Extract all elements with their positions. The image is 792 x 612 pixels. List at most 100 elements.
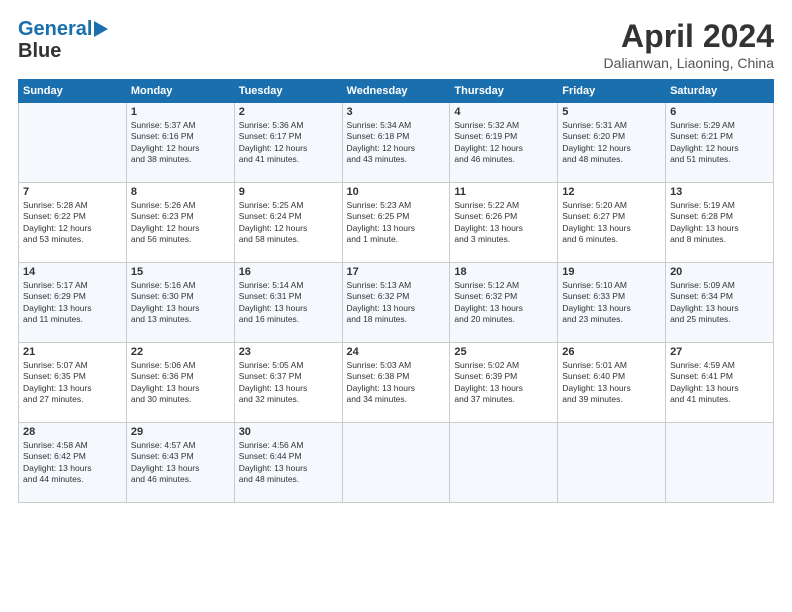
col-wednesday: Wednesday <box>342 80 450 103</box>
day-info: Sunrise: 5:26 AM Sunset: 6:23 PM Dayligh… <box>131 200 230 246</box>
day-info: Sunrise: 5:05 AM Sunset: 6:37 PM Dayligh… <box>239 360 338 406</box>
calendar-cell <box>342 423 450 503</box>
col-friday: Friday <box>558 80 666 103</box>
calendar-cell <box>558 423 666 503</box>
day-info: Sunrise: 5:14 AM Sunset: 6:31 PM Dayligh… <box>239 280 338 326</box>
day-number: 13 <box>670 186 769 198</box>
calendar-cell: 14Sunrise: 5:17 AM Sunset: 6:29 PM Dayli… <box>19 263 127 343</box>
calendar-row-4: 21 Sunrise: 5:07 AM Sunset: 6:35 PM Dayli… <box>19 343 774 423</box>
day-info: Sunrise: 5:01 AM Sunset: 6:40 PM Dayligh… <box>562 360 661 406</box>
day-info: Sunrise: 5:23 AM Sunset: 6:25 PM Dayligh… <box>347 200 446 246</box>
day-number: 12 <box>562 186 661 198</box>
day-info: Sunrise: 5:37 AM Sunset: 6:16 PM Dayligh… <box>131 120 230 166</box>
calendar-cell: 12 Sunrise: 5:20 AM Sunset: 6:27 PM Dayli… <box>558 183 666 263</box>
logo-general: General <box>18 18 92 40</box>
calendar-cell: 11 Sunrise: 5:22 AM Sunset: 6:26 PM Dayli… <box>450 183 558 263</box>
location: Dalianwan, Liaoning, China <box>604 55 774 71</box>
day-number: 21 <box>23 346 122 358</box>
day-info: Sunrise: 5:22 AM Sunset: 6:26 PM Dayligh… <box>454 200 553 246</box>
day-info: Sunrise: 5:36 AM Sunset: 6:17 PM Dayligh… <box>239 120 338 166</box>
calendar-cell: 21 Sunrise: 5:07 AM Sunset: 6:35 PM Dayli… <box>19 343 127 423</box>
calendar-cell: 2 Sunrise: 5:36 AM Sunset: 6:17 PM Daylig… <box>234 103 342 183</box>
calendar-cell: 9Sunrise: 5:25 AM Sunset: 6:24 PM Daylig… <box>234 183 342 263</box>
calendar-cell: 25 Sunrise: 5:02 AM Sunset: 6:39 PM Dayli… <box>450 343 558 423</box>
day-info: Sunrise: 5:20 AM Sunset: 6:27 PM Dayligh… <box>562 200 661 246</box>
col-tuesday: Tuesday <box>234 80 342 103</box>
day-number: 16 <box>239 266 338 278</box>
day-info: Sunrise: 5:07 AM Sunset: 6:35 PM Dayligh… <box>23 360 122 406</box>
day-number: 30 <box>239 426 338 438</box>
logo-blue: Blue <box>18 40 61 62</box>
day-info: Sunrise: 5:34 AM Sunset: 6:18 PM Dayligh… <box>347 120 446 166</box>
day-info: Sunrise: 5:03 AM Sunset: 6:38 PM Dayligh… <box>347 360 446 406</box>
logo-arrow-icon <box>94 21 108 37</box>
calendar-table: Sunday Monday Tuesday Wednesday Thursday… <box>18 79 774 503</box>
day-info: Sunrise: 4:59 AM Sunset: 6:41 PM Dayligh… <box>670 360 769 406</box>
day-info: Sunrise: 5:02 AM Sunset: 6:39 PM Dayligh… <box>454 360 553 406</box>
day-info: Sunrise: 5:12 AM Sunset: 6:32 PM Dayligh… <box>454 280 553 326</box>
calendar-cell: 26 Sunrise: 5:01 AM Sunset: 6:40 PM Dayli… <box>558 343 666 423</box>
calendar-cell: 24 Sunrise: 5:03 AM Sunset: 6:38 PM Dayli… <box>342 343 450 423</box>
day-info: Sunrise: 4:56 AM Sunset: 6:44 PM Dayligh… <box>239 440 338 486</box>
day-number: 23 <box>239 346 338 358</box>
day-info: Sunrise: 5:10 AM Sunset: 6:33 PM Dayligh… <box>562 280 661 326</box>
day-number: 28 <box>23 426 122 438</box>
header: General Blue April 2024 Dalianwan, Liaon… <box>18 18 774 71</box>
day-number: 14 <box>23 266 122 278</box>
day-number: 6 <box>670 106 769 118</box>
calendar-cell: 15 Sunrise: 5:16 AM Sunset: 6:30 PM Dayli… <box>126 263 234 343</box>
calendar-cell: 18 Sunrise: 5:12 AM Sunset: 6:32 PM Dayli… <box>450 263 558 343</box>
calendar-cell: 22Sunrise: 5:06 AM Sunset: 6:36 PM Dayli… <box>126 343 234 423</box>
calendar-cell: 7Sunrise: 5:28 AM Sunset: 6:22 PM Daylig… <box>19 183 127 263</box>
calendar-cell: 4Sunrise: 5:32 AM Sunset: 6:19 PM Daylig… <box>450 103 558 183</box>
col-thursday: Thursday <box>450 80 558 103</box>
calendar-body: 1 Sunrise: 5:37 AM Sunset: 6:16 PM Daylig… <box>19 103 774 503</box>
day-info: Sunrise: 5:29 AM Sunset: 6:21 PM Dayligh… <box>670 120 769 166</box>
col-monday: Monday <box>126 80 234 103</box>
day-number: 26 <box>562 346 661 358</box>
calendar-cell: 27Sunrise: 4:59 AM Sunset: 6:41 PM Dayli… <box>666 343 774 423</box>
day-number: 25 <box>454 346 553 358</box>
day-number: 1 <box>131 106 230 118</box>
day-number: 19 <box>562 266 661 278</box>
col-sunday: Sunday <box>19 80 127 103</box>
day-number: 10 <box>347 186 446 198</box>
calendar-cell: 17 Sunrise: 5:13 AM Sunset: 6:32 PM Dayli… <box>342 263 450 343</box>
day-number: 17 <box>347 266 446 278</box>
calendar-cell: 29 Sunrise: 4:57 AM Sunset: 6:43 PM Dayli… <box>126 423 234 503</box>
day-info: Sunrise: 4:58 AM Sunset: 6:42 PM Dayligh… <box>23 440 122 486</box>
day-number: 18 <box>454 266 553 278</box>
day-info: Sunrise: 4:57 AM Sunset: 6:43 PM Dayligh… <box>131 440 230 486</box>
day-number: 3 <box>347 106 446 118</box>
day-info: Sunrise: 5:31 AM Sunset: 6:20 PM Dayligh… <box>562 120 661 166</box>
calendar-cell: 6 Sunrise: 5:29 AM Sunset: 6:21 PM Daylig… <box>666 103 774 183</box>
page-container: General Blue April 2024 Dalianwan, Liaon… <box>0 0 792 612</box>
day-number: 7 <box>23 186 122 198</box>
day-number: 15 <box>131 266 230 278</box>
col-saturday: Saturday <box>666 80 774 103</box>
day-info: Sunrise: 5:13 AM Sunset: 6:32 PM Dayligh… <box>347 280 446 326</box>
calendar-cell: 8Sunrise: 5:26 AM Sunset: 6:23 PM Daylig… <box>126 183 234 263</box>
calendar-row-1: 1 Sunrise: 5:37 AM Sunset: 6:16 PM Daylig… <box>19 103 774 183</box>
day-info: Sunrise: 5:32 AM Sunset: 6:19 PM Dayligh… <box>454 120 553 166</box>
day-number: 29 <box>131 426 230 438</box>
header-row: Sunday Monday Tuesday Wednesday Thursday… <box>19 80 774 103</box>
day-number: 22 <box>131 346 230 358</box>
day-info: Sunrise: 5:25 AM Sunset: 6:24 PM Dayligh… <box>239 200 338 246</box>
calendar-cell <box>450 423 558 503</box>
logo: General Blue <box>18 18 108 62</box>
day-info: Sunrise: 5:16 AM Sunset: 6:30 PM Dayligh… <box>131 280 230 326</box>
day-number: 2 <box>239 106 338 118</box>
title-block: April 2024 Dalianwan, Liaoning, China <box>604 18 774 71</box>
day-number: 24 <box>347 346 446 358</box>
calendar-cell: 3 Sunrise: 5:34 AM Sunset: 6:18 PM Daylig… <box>342 103 450 183</box>
calendar-cell: 5 Sunrise: 5:31 AM Sunset: 6:20 PM Daylig… <box>558 103 666 183</box>
calendar-cell: 1 Sunrise: 5:37 AM Sunset: 6:16 PM Daylig… <box>126 103 234 183</box>
calendar-cell: 13Sunrise: 5:19 AM Sunset: 6:28 PM Dayli… <box>666 183 774 263</box>
calendar-cell: 10 Sunrise: 5:23 AM Sunset: 6:25 PM Dayli… <box>342 183 450 263</box>
calendar-cell <box>666 423 774 503</box>
day-number: 5 <box>562 106 661 118</box>
calendar-cell: 28 Sunrise: 4:58 AM Sunset: 6:42 PM Dayli… <box>19 423 127 503</box>
day-number: 11 <box>454 186 553 198</box>
calendar-cell: 19 Sunrise: 5:10 AM Sunset: 6:33 PM Dayli… <box>558 263 666 343</box>
